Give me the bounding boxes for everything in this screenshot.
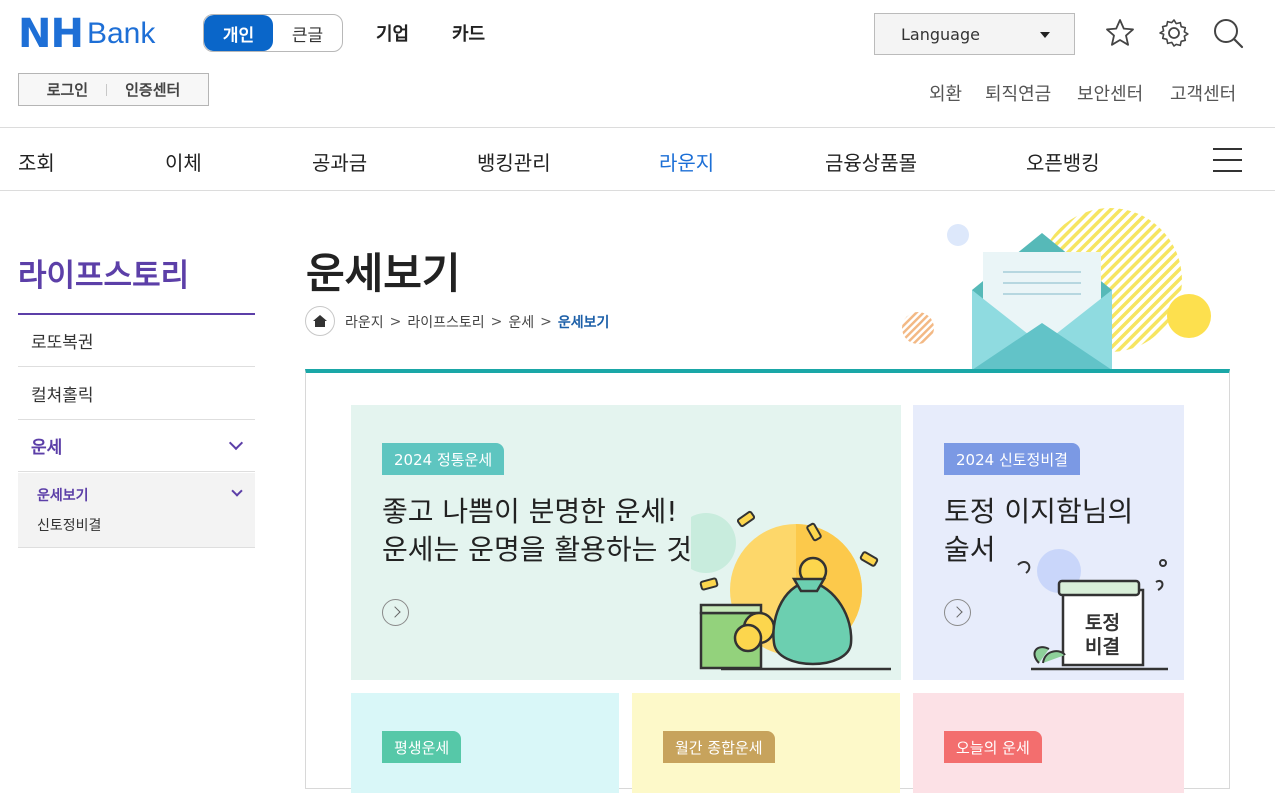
cert-center-link[interactable]: 인증센터 — [125, 79, 180, 100]
pension-link[interactable]: 퇴직연금 — [985, 80, 1051, 106]
large-text-mode-button[interactable]: 큰글 — [273, 15, 342, 51]
security-center-link[interactable]: 보안센터 — [1077, 80, 1143, 106]
nh-bank-logo[interactable]: NH Bank — [18, 14, 155, 54]
divider — [106, 83, 108, 96]
breadcrumb: 라운지 > 라이프스토리 > 운세 > 운세보기 — [345, 312, 609, 332]
card-today-fortune[interactable]: 오늘의 운세 — [913, 693, 1184, 793]
card-text-line2: 술서 — [944, 533, 996, 566]
home-icon[interactable] — [305, 306, 335, 336]
nav-banking-management[interactable]: 뱅킹관리 — [477, 147, 551, 176]
breadcrumb-fortune[interactable]: 운세 — [508, 312, 534, 332]
card-monthly-fortune[interactable]: 월간 종합운세 — [632, 693, 900, 793]
gear-icon[interactable] — [1158, 17, 1190, 49]
lnb-item-label: 로또복권 — [31, 333, 94, 353]
money-bag-illustration — [691, 510, 891, 671]
card-link[interactable]: 카드 — [452, 20, 485, 46]
chevron-down-icon — [228, 435, 244, 451]
lnb-item-culture[interactable]: 컬쳐홀릭 — [18, 368, 255, 420]
card-tojeong[interactable]: 2024 신토정비결 토정 이지함님의 술서 토정 비결 — [913, 405, 1184, 680]
card-tag: 2024 정통운세 — [382, 443, 505, 475]
login-link[interactable]: 로그인 — [47, 79, 88, 100]
chevron-down-icon — [231, 485, 243, 497]
chevron-right-icon: > — [540, 314, 552, 330]
language-select[interactable]: Language — [874, 13, 1075, 55]
nav-open-banking[interactable]: 오픈뱅킹 — [1026, 147, 1100, 176]
card-text-line1: 토정 이지함님의 — [944, 495, 1134, 528]
nav-lounge[interactable]: 라운지 — [659, 147, 714, 176]
personal-mode-button[interactable]: 개인 — [204, 15, 273, 51]
lnb-submenu: 운세보기 신토정비결 — [18, 473, 255, 548]
card-tag: 오늘의 운세 — [944, 731, 1042, 763]
mode-toggle: 개인 큰글 — [203, 14, 343, 52]
card-text-line1: 좋고 나쁨이 분명한 운세! — [382, 495, 678, 528]
chevron-right-icon: > — [389, 314, 402, 330]
envelope-illustration — [902, 208, 1211, 370]
logo-bank: Bank — [86, 17, 156, 50]
lnb-sub-fortune-view[interactable]: 운세보기 — [37, 485, 89, 505]
customer-center-link[interactable]: 고객센터 — [1170, 80, 1236, 106]
arrow-right-button[interactable] — [944, 599, 971, 626]
card-tag: 평생운세 — [382, 731, 462, 763]
caret-down-icon — [1040, 32, 1050, 38]
chevron-right-icon: > — [490, 314, 503, 330]
card-text-line2: 운세는 운명을 활용하는 것 — [382, 533, 693, 566]
menu-icon[interactable] — [1213, 148, 1242, 172]
lnb-item-label: 운세 — [31, 438, 63, 458]
book-title-line1: 토정 — [1085, 612, 1120, 634]
main-nav: 조회 이체 공과금 뱅킹관리 라운지 금융상품몰 오픈뱅킹 — [0, 127, 1275, 191]
book-title-line2: 비결 — [1085, 636, 1120, 658]
nav-financial-mall[interactable]: 금융상품몰 — [825, 147, 917, 176]
breadcrumb-lifestory[interactable]: 라이프스토리 — [407, 312, 484, 332]
star-icon[interactable] — [1104, 17, 1136, 49]
forex-link[interactable]: 외환 — [929, 80, 962, 106]
login-bar: 로그인 인증센터 — [18, 73, 209, 106]
card-tag: 월간 종합운세 — [663, 731, 775, 763]
card-lifetime-fortune[interactable]: 평생운세 — [351, 693, 619, 793]
lnb-item-label: 컬쳐홀릭 — [31, 386, 94, 406]
fortune-panel: 2024 정통운세 좋고 나쁨이 분명한 운세! 운세는 운명을 활용하는 것 … — [305, 369, 1230, 793]
lnb-sub-tojeong[interactable]: 신토정비결 — [37, 515, 101, 535]
lnb-item-lotto[interactable]: 로또복권 — [18, 315, 255, 367]
page-title: 운세보기 — [306, 249, 461, 298]
lnb-title: 라이프스토리 — [18, 258, 190, 294]
nav-utility-bills[interactable]: 공과금 — [312, 147, 367, 176]
nav-transfer[interactable]: 이체 — [165, 147, 202, 176]
card-traditional-fortune[interactable]: 2024 정통운세 좋고 나쁨이 분명한 운세! 운세는 운명을 활용하는 것 — [351, 405, 901, 680]
nav-inquiry[interactable]: 조회 — [18, 147, 55, 176]
book-title: 토정 비결 — [1085, 611, 1120, 659]
lnb-item-fortune[interactable]: 운세 — [18, 420, 255, 472]
business-link[interactable]: 기업 — [376, 20, 409, 46]
breadcrumb-current: 운세보기 — [557, 315, 610, 331]
arrow-right-button[interactable] — [382, 599, 409, 626]
language-label: Language — [901, 24, 980, 44]
card-tag: 2024 신토정비결 — [944, 443, 1080, 475]
breadcrumb-lounge[interactable]: 라운지 — [345, 312, 384, 332]
search-icon[interactable] — [1212, 17, 1244, 49]
logo-nh: NH — [18, 11, 84, 57]
